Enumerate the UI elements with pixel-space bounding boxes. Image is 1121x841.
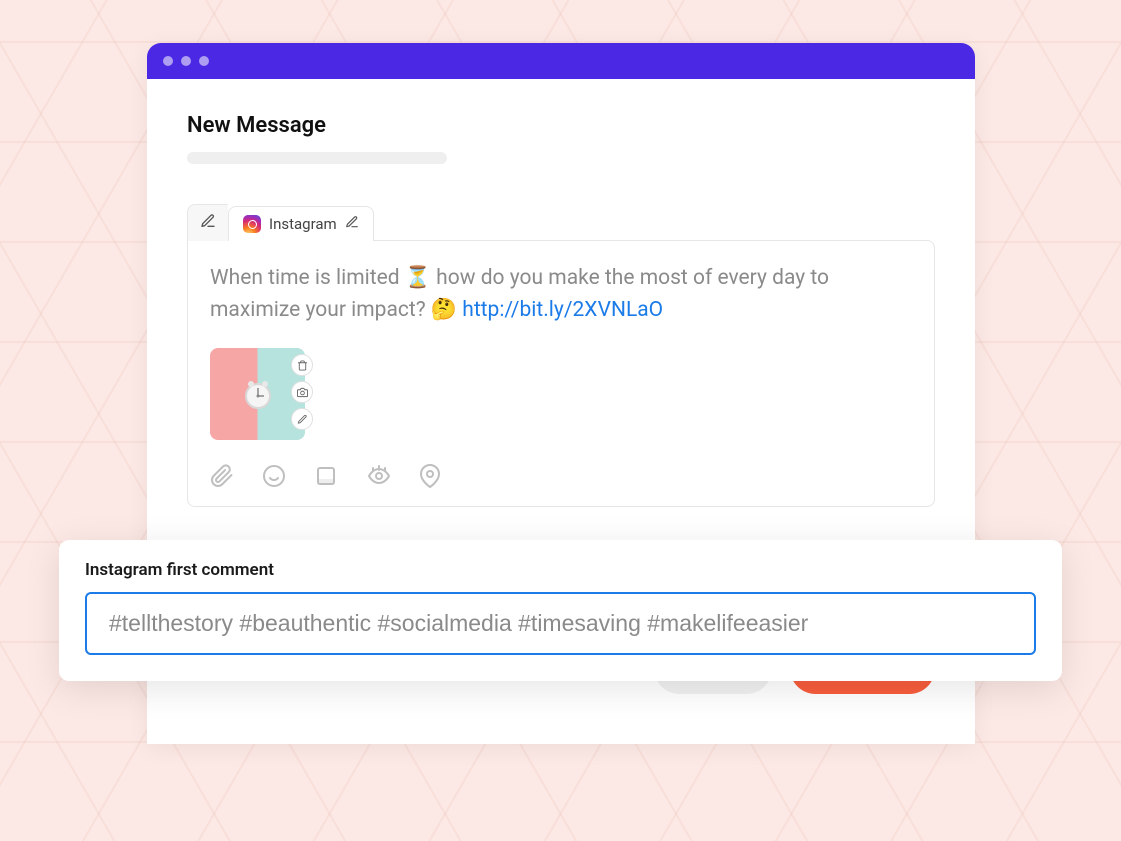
first-comment-input[interactable] [85,592,1036,655]
window-control-dot[interactable] [181,56,191,66]
pencil-icon [297,414,308,425]
tab-instagram[interactable]: Instagram [228,206,374,241]
image-actions [291,354,313,430]
eye-icon[interactable] [366,464,390,488]
pencil-icon [200,213,216,233]
trash-icon [297,360,308,371]
instagram-icon [243,215,261,233]
tab-edit[interactable] [187,204,228,241]
placeholder-skeleton [187,152,447,164]
frame-icon[interactable] [314,464,338,488]
tab-instagram-label: Instagram [269,215,337,233]
replace-image-button[interactable] [291,381,313,403]
camera-icon [297,387,308,398]
delete-image-button[interactable] [291,354,313,376]
first-comment-panel: Instagram first comment [59,540,1062,681]
emoji-icon[interactable] [262,464,286,488]
window-control-dot[interactable] [199,56,209,66]
location-icon[interactable] [418,464,442,488]
window-control-dot[interactable] [163,56,173,66]
composer-toolbar [210,464,912,488]
message-link[interactable]: http://bit.ly/2XVNLaO [462,298,663,322]
clock-icon [238,374,278,414]
composer-box: When time is limited ⏳ how do you make t… [187,240,935,507]
attachment-icon[interactable] [210,464,234,488]
page-title: New Message [187,113,935,138]
composer-tabs: Instagram [187,204,935,241]
message-text[interactable]: When time is limited ⏳ how do you make t… [210,263,850,326]
pencil-icon [345,215,359,233]
edit-image-button[interactable] [291,408,313,430]
window-titlebar [147,43,975,79]
first-comment-label: Instagram first comment [85,560,1036,580]
attached-image[interactable] [210,348,305,440]
